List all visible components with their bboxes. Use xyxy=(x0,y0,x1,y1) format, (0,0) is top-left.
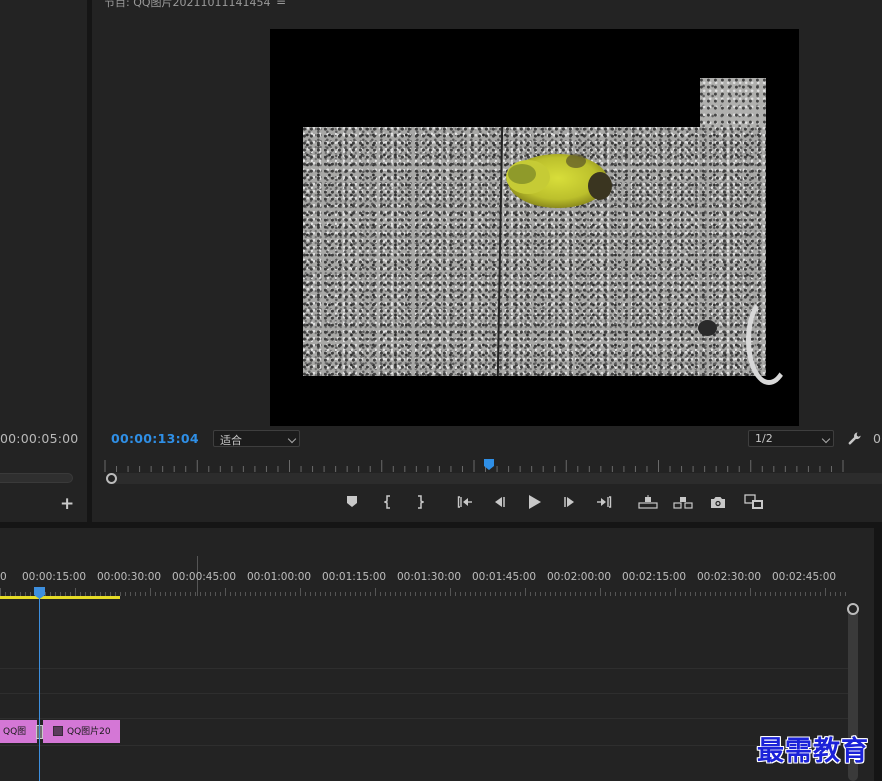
source-zoom-scrollbar[interactable] xyxy=(0,473,73,483)
comparison-icon xyxy=(744,494,763,509)
video-content xyxy=(700,78,766,128)
watermark-logo: 最需教育 xyxy=(757,736,869,767)
work-area-bar[interactable] xyxy=(0,596,120,599)
mark-in-icon xyxy=(384,495,390,509)
step-forward-icon xyxy=(564,497,574,507)
duckling-image xyxy=(506,154,612,208)
timeline-panel: 0 00:00:15:00 00:00:30:00 00:00:45:00 00:01:… xyxy=(0,528,874,781)
timeline-ruler[interactable] xyxy=(0,586,848,598)
playback-resolution-select[interactable]: 1/2 xyxy=(748,430,834,447)
playhead-timecode[interactable]: 00:00:13:04 xyxy=(111,431,199,446)
playhead-marker[interactable] xyxy=(483,459,494,470)
track-divider xyxy=(0,693,848,694)
chevron-down-icon xyxy=(821,434,831,444)
ruler-label: 00:01:00:00 xyxy=(247,571,312,583)
monitor-zoom-scrollbar[interactable] xyxy=(106,473,882,484)
video-content xyxy=(746,295,792,385)
zoom-level-value: 适合 xyxy=(220,434,242,447)
step-back-icon xyxy=(495,497,505,507)
ruler-label: 00:02:45:00 xyxy=(772,571,837,583)
program-monitor: 节目: QQ图片20211011141454 ≡ 00:00:13:04 适合 xyxy=(92,0,882,522)
source-timecode[interactable]: 00:00:05:00 xyxy=(0,431,78,446)
export-frame-button[interactable] xyxy=(709,493,727,511)
playhead-line[interactable] xyxy=(39,598,40,781)
ruler-label: 00:00:45:00 xyxy=(172,571,237,583)
go-to-in-icon xyxy=(457,496,472,508)
lift-button[interactable] xyxy=(637,493,659,511)
track-divider xyxy=(0,745,848,746)
clipped-text: 0 xyxy=(873,431,881,446)
wrench-icon[interactable] xyxy=(847,431,863,447)
timeline-clip[interactable]: QQ图片20 xyxy=(43,720,120,743)
add-button[interactable]: + xyxy=(60,495,74,513)
video-content xyxy=(698,320,717,336)
go-to-out-icon xyxy=(597,496,612,508)
timeline-clip[interactable]: QQ图 xyxy=(0,720,37,743)
ruler-label: 00:01:30:00 xyxy=(397,571,462,583)
track-divider xyxy=(0,718,848,719)
resolution-value: 1/2 xyxy=(755,432,773,445)
monitor-title[interactable]: 节目: QQ图片20211011141454 xyxy=(104,0,271,10)
scrollbar-handle[interactable] xyxy=(847,603,859,615)
go-to-out-button[interactable] xyxy=(595,493,613,511)
step-back-button[interactable] xyxy=(490,493,508,511)
step-forward-button[interactable] xyxy=(561,493,579,511)
play-button[interactable] xyxy=(525,493,543,511)
monitor-time-ruler[interactable] xyxy=(104,458,844,472)
zoom-level-select[interactable]: 适合 xyxy=(213,430,300,447)
mark-out-icon xyxy=(418,495,424,509)
track-divider xyxy=(0,668,848,669)
marker-icon xyxy=(347,496,357,507)
ruler-label: 00:02:30:00 xyxy=(697,571,762,583)
ruler-label: 00:02:00:00 xyxy=(547,571,612,583)
ruler-label: 00:00:30:00 xyxy=(97,571,162,583)
ruler-label: 00:01:45:00 xyxy=(472,571,537,583)
extract-button[interactable] xyxy=(672,493,694,511)
video-preview[interactable] xyxy=(270,29,799,426)
fx-badge-icon xyxy=(53,726,63,736)
camera-icon xyxy=(711,496,725,508)
source-panel: 00:00:05:00 + xyxy=(0,0,87,522)
lift-icon xyxy=(638,495,658,509)
add-marker-button[interactable] xyxy=(343,493,361,511)
panel-divider[interactable] xyxy=(874,528,882,781)
clip-label: QQ图片20 xyxy=(67,727,111,737)
go-to-in-button[interactable] xyxy=(456,493,474,511)
chevron-down-icon xyxy=(287,434,297,444)
mark-in-button[interactable] xyxy=(379,493,397,511)
ruler-label: 0 xyxy=(0,571,7,583)
panel-menu-icon[interactable]: ≡ xyxy=(276,0,286,8)
ruler-label: 00:02:15:00 xyxy=(622,571,687,583)
clip-label: QQ图 xyxy=(3,727,27,737)
extract-icon xyxy=(673,497,693,509)
comparison-view-button[interactable] xyxy=(743,493,765,511)
ruler-label: 00:01:15:00 xyxy=(322,571,387,583)
ruler-label: 00:00:15:00 xyxy=(22,571,87,583)
mark-out-button[interactable] xyxy=(411,493,429,511)
scrollbar-handle[interactable] xyxy=(106,473,117,484)
play-icon xyxy=(528,495,541,509)
